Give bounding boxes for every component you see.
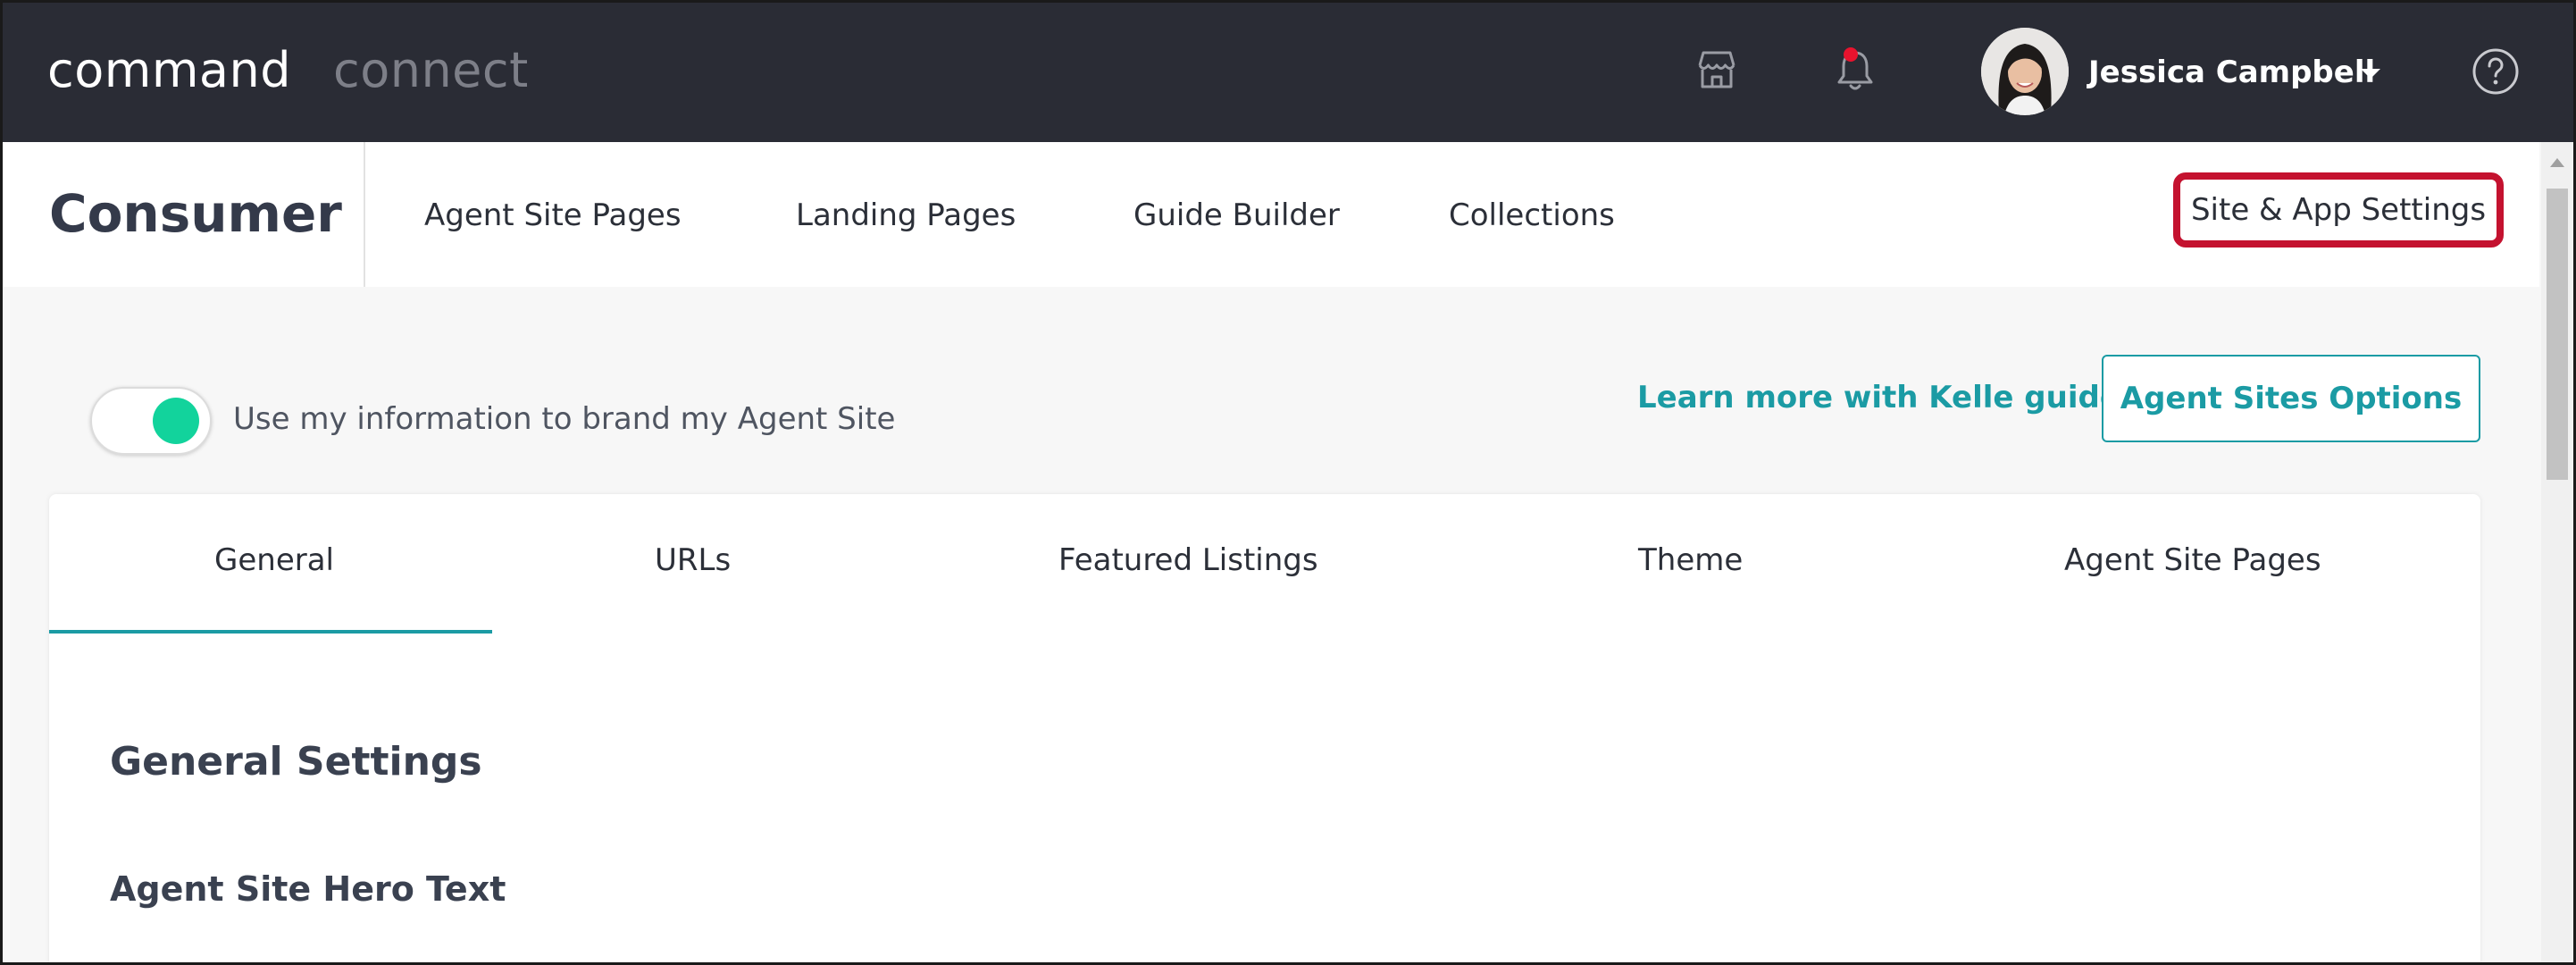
site-app-settings-button[interactable]: Site & App Settings [2173, 172, 2504, 248]
toggle-label: Use my information to brand my Agent Sit… [233, 401, 896, 437]
learn-more-link[interactable]: Learn more with Kelle guides [1637, 380, 2138, 415]
toggle-knob [153, 398, 199, 444]
brand-agent-site-toggle[interactable] [90, 387, 212, 455]
tab-featured-listings[interactable]: Featured Listings [1058, 542, 1318, 578]
tab-theme[interactable]: Theme [1638, 542, 1743, 578]
nav-agent-site-pages[interactable]: Agent Site Pages [424, 197, 682, 233]
user-name[interactable]: Jessica Campbell [2088, 55, 2375, 90]
active-tab-indicator [49, 630, 492, 634]
top-bar: command connect Jessica Campbell [3, 3, 2573, 142]
brand-connect[interactable]: connect [333, 42, 529, 98]
notification-dot [1844, 47, 1858, 62]
user-menu[interactable]: Jessica Campbell [1981, 28, 2392, 117]
nav-collections[interactable]: Collections [1449, 197, 1615, 233]
section-title: Consumer [49, 183, 342, 244]
scroll-thumb[interactable] [2547, 189, 2568, 480]
avatar[interactable] [1981, 28, 2069, 115]
sub-navigation: Consumer Agent Site Pages Landing Pages … [3, 142, 2539, 287]
tab-urls[interactable]: URLs [655, 542, 731, 578]
help-icon[interactable] [2471, 47, 2520, 96]
app-window: command connect Jessica Campbell Consume… [0, 0, 2576, 965]
settings-card: General URLs Featured Listings Theme Age… [49, 494, 2480, 962]
agent-sites-options-button[interactable]: Agent Sites Options [2102, 355, 2480, 442]
store-icon[interactable] [1691, 44, 1743, 96]
tab-agent-site-pages[interactable]: Agent Site Pages [2064, 542, 2321, 578]
scrollbar[interactable] [2541, 142, 2573, 962]
subnav-divider [364, 142, 365, 287]
caret-down-icon[interactable] [2361, 69, 2380, 79]
general-settings-heading: General Settings [110, 739, 482, 785]
scroll-up-arrow-icon[interactable] [2550, 158, 2564, 167]
hero-text-label: Agent Site Hero Text [110, 869, 506, 909]
nav-guide-builder[interactable]: Guide Builder [1133, 197, 1340, 233]
tab-general[interactable]: General [214, 542, 334, 578]
nav-landing-pages[interactable]: Landing Pages [796, 197, 1016, 233]
brand-command[interactable]: command [47, 42, 291, 98]
